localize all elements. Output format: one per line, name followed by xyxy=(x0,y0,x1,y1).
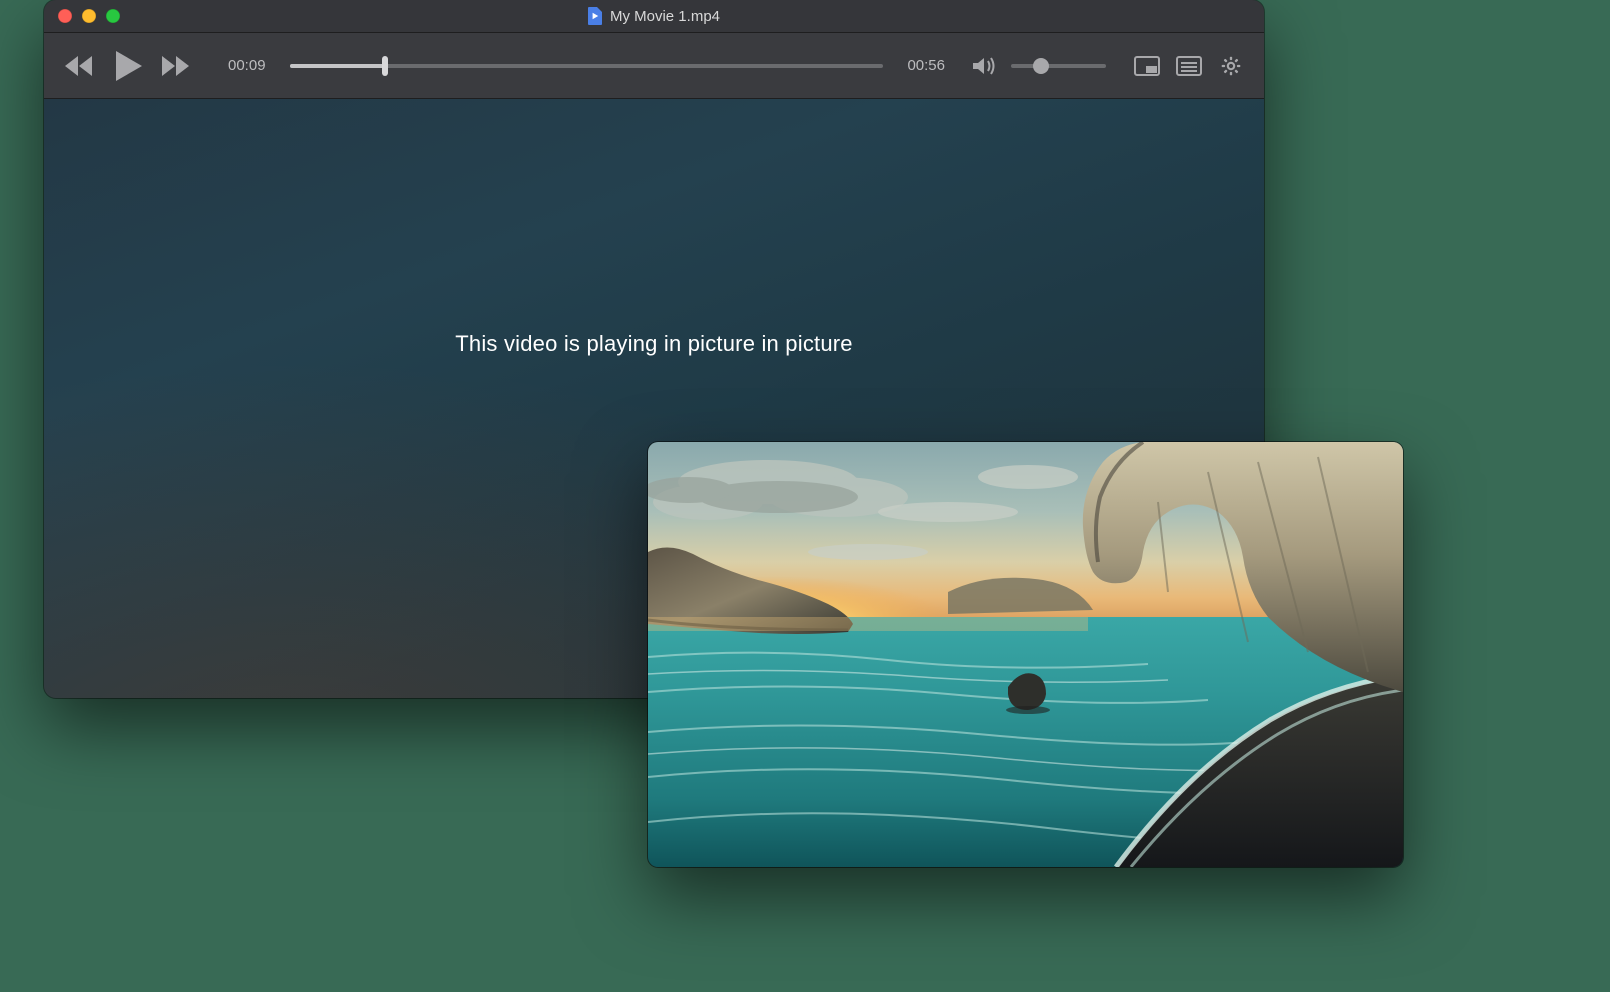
playlist-button[interactable] xyxy=(1176,55,1202,77)
pip-video-window[interactable] xyxy=(648,442,1403,867)
pip-video-frame xyxy=(648,442,1403,867)
traffic-light-group xyxy=(58,9,120,23)
window-title: My Movie 1.mp4 xyxy=(610,8,720,25)
picture-in-picture-button[interactable] xyxy=(1134,55,1160,77)
titlebar: My Movie 1.mp4 xyxy=(44,0,1264,33)
settings-button[interactable] xyxy=(1218,55,1244,77)
minimize-window-button[interactable] xyxy=(82,9,96,23)
progress-fill xyxy=(290,64,385,68)
rewind-button[interactable] xyxy=(64,54,94,78)
right-icon-group xyxy=(1134,55,1244,77)
progress-slider[interactable] xyxy=(290,64,884,68)
video-file-icon xyxy=(588,7,602,25)
close-window-button[interactable] xyxy=(58,9,72,23)
window-title-group: My Movie 1.mp4 xyxy=(588,7,720,25)
playback-toolbar: 00:09 00:56 xyxy=(44,33,1264,99)
volume-icon[interactable] xyxy=(971,55,997,77)
elapsed-time: 00:09 xyxy=(228,57,266,74)
volume-slider[interactable] xyxy=(1011,64,1106,68)
volume-thumb[interactable] xyxy=(1033,58,1049,74)
progress-thumb[interactable] xyxy=(382,56,388,76)
zoom-window-button[interactable] xyxy=(106,9,120,23)
fast-forward-button[interactable] xyxy=(160,54,190,78)
pip-status-message: This video is playing in picture in pict… xyxy=(455,331,852,357)
duration-time: 00:56 xyxy=(907,57,945,74)
play-button[interactable] xyxy=(110,49,144,83)
